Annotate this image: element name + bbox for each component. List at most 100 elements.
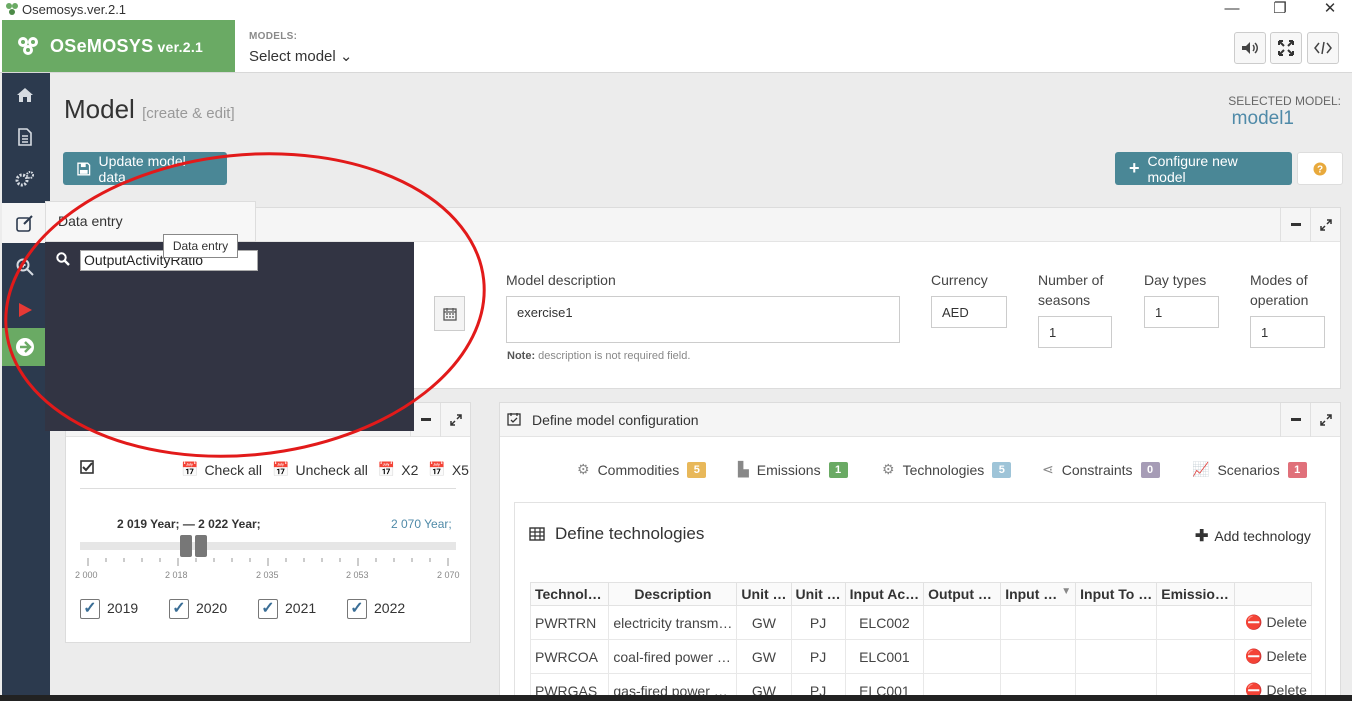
modes-field[interactable]: 1: [1250, 316, 1325, 348]
model-description-field[interactable]: exercise1: [506, 296, 900, 343]
expand-button[interactable]: [1310, 208, 1340, 242]
configure-new-model-button[interactable]: + Configure new model: [1115, 152, 1292, 185]
table-cell[interactable]: [923, 605, 1002, 640]
year-slider-handle-start[interactable]: [180, 535, 192, 557]
column-header[interactable]: Technol…: [529, 582, 610, 606]
checkbox-square-icon[interactable]: [80, 460, 95, 479]
year-checkbox-2020[interactable]: ✓: [169, 599, 189, 619]
models-label: MODELS:: [249, 31, 298, 42]
currency-label: Currency: [931, 272, 988, 288]
add-technology-button[interactable]: ✚ Add technology: [1195, 526, 1311, 546]
collapse-button[interactable]: [1280, 208, 1310, 242]
year-slider-track[interactable]: [80, 542, 456, 550]
date-picker-button[interactable]: [434, 296, 465, 331]
select-model-dropdown[interactable]: Select model ⌄: [249, 47, 352, 65]
table-cell[interactable]: [923, 639, 1002, 674]
years-expand-button[interactable]: [440, 403, 470, 437]
year-checkbox-2022[interactable]: ✓: [347, 599, 367, 619]
year-actions: 📅 Check all 📅 Uncheck all 📅 X2 📅 X5: [181, 461, 469, 478]
tab-constraints[interactable]: ⋖ Constraints 0: [1042, 461, 1160, 478]
table-cell[interactable]: [1156, 639, 1235, 674]
table-cell[interactable]: GW: [736, 605, 792, 640]
code-icon: [1314, 41, 1332, 55]
sidebar-item-settings[interactable]: [2, 159, 47, 199]
sidebar-item-data-entry[interactable]: [2, 203, 47, 243]
year-checkbox-2021[interactable]: ✓: [258, 599, 278, 619]
table-cell[interactable]: PJ: [790, 605, 846, 640]
x5-link[interactable]: X5: [452, 462, 469, 478]
table-cell[interactable]: ELC001: [844, 639, 925, 674]
tab-technologies[interactable]: ⚙ Technologies 5: [882, 461, 1012, 478]
table-cell[interactable]: electricity transm…: [608, 605, 738, 640]
sidebar-item-run[interactable]: [2, 290, 47, 330]
sidebar-item-analysis[interactable]: [2, 247, 47, 287]
table-cell[interactable]: PJ: [790, 639, 846, 674]
year-range-text: 2 019 Year; — 2 022 Year;: [117, 517, 261, 531]
table-cell[interactable]: PWRTRN: [529, 605, 610, 640]
expand-icon: [1319, 219, 1332, 231]
column-header[interactable]: Output …: [923, 582, 1002, 606]
minimize-button[interactable]: —: [1212, 0, 1252, 20]
delete-icon: ⛔: [1245, 614, 1263, 630]
check-all-link[interactable]: Check all: [204, 462, 262, 478]
code-button[interactable]: [1307, 32, 1339, 64]
help-button[interactable]: ?: [1297, 152, 1343, 185]
close-button[interactable]: ✕: [1310, 0, 1350, 20]
tab-scenarios[interactable]: 📈 Scenarios 1: [1192, 461, 1307, 478]
table-cell[interactable]: coal-fired power …: [608, 639, 738, 674]
fullscreen-button[interactable]: [1270, 32, 1302, 64]
column-header[interactable]: Input Ac…: [844, 582, 925, 606]
column-header[interactable]: Unit …: [736, 582, 792, 606]
tab-commodities[interactable]: ⚙ Commodities 5: [577, 461, 707, 478]
column-header[interactable]: Description: [608, 582, 738, 606]
restore-button[interactable]: ❐: [1260, 0, 1300, 20]
table-cell[interactable]: [1156, 605, 1235, 640]
table-cell[interactable]: [1000, 639, 1077, 674]
table-cell[interactable]: [1075, 639, 1158, 674]
config-collapse-button[interactable]: [1280, 403, 1310, 437]
sidebar: [2, 73, 50, 701]
currency-field[interactable]: AED: [931, 296, 1007, 328]
sidebar-item-next[interactable]: [2, 328, 47, 366]
technologies-title: Define technologies: [555, 524, 705, 543]
sidebar-item-document[interactable]: [2, 117, 47, 157]
years-collapse-button[interactable]: [410, 403, 440, 437]
x2-link[interactable]: X2: [401, 462, 418, 478]
count-badge: 1: [828, 461, 848, 478]
column-header[interactable]: Emissio…: [1156, 582, 1235, 606]
uncheck-all-link[interactable]: Uncheck all: [295, 462, 367, 478]
brand-block[interactable]: OSeMOSYS ver.2.1: [2, 20, 235, 72]
data-entry-tooltip: Data entry: [163, 234, 238, 258]
column-header[interactable]: Unit …: [790, 582, 846, 606]
seasons-field[interactable]: 1: [1038, 316, 1112, 348]
sound-button[interactable]: [1234, 32, 1266, 64]
tab-emissions[interactable]: ▙ Emissions 1: [738, 461, 848, 478]
table-cell[interactable]: GW: [736, 639, 792, 674]
delete-button[interactable]: ⛔ Delete: [1234, 639, 1312, 674]
year-ticks: [87, 558, 449, 566]
table-cell[interactable]: ELC002: [844, 605, 925, 640]
model-description-value: exercise1: [517, 305, 573, 320]
table-row[interactable]: PWRCOA coal-fired power … GW PJ ELC001 ⛔…: [529, 639, 1312, 674]
delete-button[interactable]: ⛔ Delete: [1234, 605, 1312, 640]
table-row[interactable]: PWRTRN electricity transm… GW PJ ELC002 …: [529, 605, 1312, 640]
table-cell[interactable]: [1000, 605, 1077, 640]
day-types-field[interactable]: 1: [1144, 296, 1219, 328]
year-label-2019: 2019: [107, 600, 139, 616]
sidebar-item-home[interactable]: [2, 75, 47, 115]
config-expand-button[interactable]: [1310, 403, 1340, 437]
table-cell[interactable]: [1075, 605, 1158, 640]
window-titlebar: Osemosys.ver.2.1 — ❐ ✕: [0, 0, 1352, 20]
day-types-label: Day types: [1144, 272, 1207, 288]
table-cell[interactable]: PWRCOA: [529, 639, 610, 674]
year-slider-handle-end[interactable]: [195, 535, 207, 557]
column-header[interactable]: Input To …: [1075, 582, 1158, 606]
tab-label: Commodities: [597, 461, 680, 478]
update-model-button[interactable]: Update model data: [63, 152, 227, 185]
year-checkbox-2019[interactable]: ✓: [80, 599, 100, 619]
tab-label: Emissions: [756, 461, 821, 478]
config-panel-header: Define model configuration: [500, 403, 1340, 437]
column-header[interactable]: Input … ▼: [1000, 582, 1077, 606]
sound-icon: [1242, 42, 1258, 54]
tick-label: 2 018: [165, 570, 188, 580]
